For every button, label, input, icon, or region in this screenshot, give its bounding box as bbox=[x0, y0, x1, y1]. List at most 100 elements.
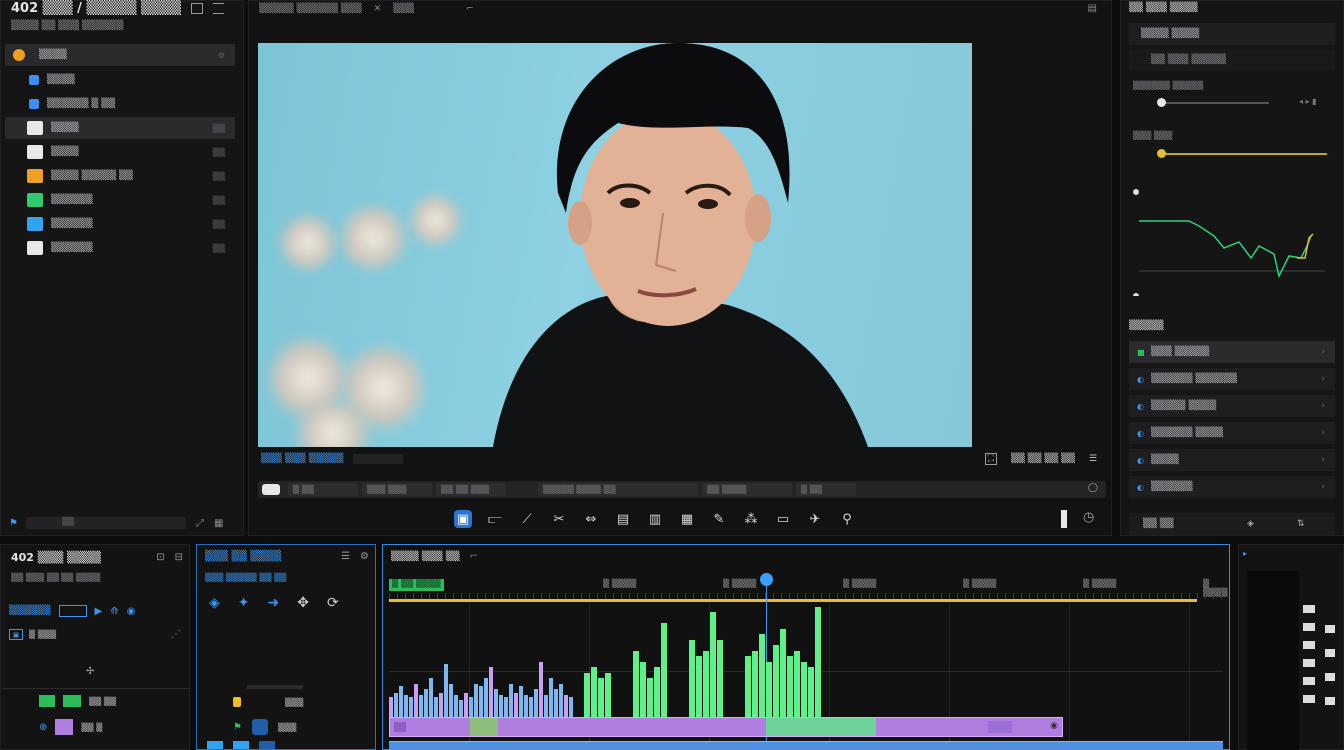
inspector-row[interactable]: ◐ ▒▒▒▒▒▒ ▒▒▒▒ › bbox=[1129, 422, 1335, 444]
chevron-right-icon[interactable]: › bbox=[1321, 374, 1325, 384]
chevron-right-icon[interactable]: › bbox=[1321, 428, 1325, 438]
audio-waveform[interactable] bbox=[389, 607, 863, 717]
inspector-row[interactable]: ■ ▒▒▒ ▒▒▒▒▒ › bbox=[1129, 341, 1335, 363]
exposure-slider[interactable] bbox=[1157, 98, 1269, 107]
viewer-tab-label[interactable]: ▒▒▒ bbox=[393, 4, 414, 14]
bin-header[interactable]: ▒▒▒▒ ⚙ bbox=[5, 44, 235, 66]
track-blue-toggle[interactable] bbox=[251, 719, 268, 735]
inspector-sub-row[interactable]: ▒▒ ▒▒▒ ▒▒▒▒▒ bbox=[1129, 49, 1335, 71]
link-icon[interactable]: ⚲ bbox=[838, 510, 856, 528]
expand-icon[interactable]: ⤢ bbox=[196, 518, 204, 529]
panel-window-icon[interactable]: ⊡ bbox=[156, 552, 164, 563]
window-icon[interactable] bbox=[191, 3, 203, 14]
inspector-row[interactable]: ◐ ▒▒▒▒▒▒ ▒▒▒▒▒▒ › bbox=[1129, 368, 1335, 390]
track-green-icon[interactable]: ⚑ bbox=[233, 722, 242, 733]
move-icon[interactable]: ✥ bbox=[297, 595, 309, 611]
marker-tool-icon[interactable]: ✎ bbox=[710, 510, 728, 528]
video-preview[interactable] bbox=[258, 43, 972, 447]
add-bin-icon[interactable]: ⚑ bbox=[9, 518, 18, 529]
track-settings-icon[interactable]: ☰ bbox=[341, 551, 350, 562]
slider1-reset-icon[interactable]: ◂ ▸ ▮ bbox=[1299, 97, 1317, 106]
rotate-icon[interactable]: ⟳ bbox=[327, 595, 339, 611]
curve-graph[interactable] bbox=[1129, 186, 1335, 296]
chevron-right-icon[interactable]: › bbox=[1321, 455, 1325, 465]
saturation-slider[interactable] bbox=[1156, 149, 1327, 158]
media-item[interactable]: ▒▒▒▒▒▒ ▒▒ bbox=[5, 213, 235, 235]
chevron-right-icon[interactable]: › bbox=[1321, 401, 1325, 411]
overwrite-icon[interactable]: ▥ bbox=[646, 510, 664, 528]
snap-icon[interactable]: ✈ bbox=[806, 510, 824, 528]
exposure-slider-knob[interactable] bbox=[1157, 98, 1167, 107]
chevron-right-icon[interactable]: › bbox=[1321, 482, 1325, 492]
blade-tool-icon[interactable]: ⟋ bbox=[518, 510, 536, 528]
replace-icon[interactable]: ▦ bbox=[678, 510, 696, 528]
clip-end-icon[interactable]: ◉ bbox=[1050, 721, 1058, 731]
safe-area-icon[interactable] bbox=[1061, 510, 1067, 528]
select-tool-icon[interactable]: ▣ bbox=[454, 510, 472, 528]
loop-icon[interactable]: ◯ bbox=[1088, 483, 1098, 496]
media-item[interactable]: ▒▒▒▒▒▒ ▒ ▒▒ bbox=[5, 93, 235, 115]
keyframe-icon[interactable]: ◈ bbox=[1247, 519, 1254, 529]
track-sync-icon[interactable]: ⚙ bbox=[360, 551, 369, 562]
video-clip-purple[interactable]: ◉ bbox=[389, 717, 1063, 737]
fit-icon[interactable]: ⛶ bbox=[984, 453, 997, 465]
chevron-right-icon[interactable]: › bbox=[1321, 347, 1325, 357]
history-icon[interactable]: ◷ bbox=[1083, 510, 1094, 525]
playhead-handle[interactable] bbox=[760, 573, 773, 586]
add-marker-icon[interactable]: ◈ bbox=[209, 595, 220, 611]
audio-clip-swatch[interactable] bbox=[55, 719, 74, 735]
media-item[interactable]: ▒▒▒▒ ▒▒▒▒▒ ▒▒ ▒▒ bbox=[5, 165, 235, 187]
video-lock-icon[interactable] bbox=[63, 695, 81, 707]
saturation-slider-knob[interactable] bbox=[1156, 149, 1166, 158]
meters-icon[interactable]: ▸ bbox=[1243, 549, 1247, 558]
viewer-menu-icon[interactable]: ☰ bbox=[1089, 454, 1097, 464]
media-item[interactable]: ▒▒▒▒▒▒ ▒▒ bbox=[5, 189, 235, 211]
video-track-icon[interactable]: ▶ bbox=[95, 606, 103, 617]
razor-tool-icon[interactable]: ✂ bbox=[550, 510, 568, 528]
transport-segment[interactable]: ▒▒ ▒▒▒▒ bbox=[702, 483, 792, 496]
pin-icon[interactable]: ⌐ bbox=[466, 4, 474, 14]
bin-settings-icon[interactable]: ⚙ bbox=[218, 51, 225, 60]
audio-icon[interactable]: ⟰ bbox=[110, 606, 118, 617]
zoom-label[interactable]: ▒▒ ▒▒ ▒▒ ▒▒ bbox=[1011, 454, 1075, 464]
transport-segment[interactable]: ▒▒ ▒▒ ▒▒▒ bbox=[436, 483, 506, 496]
timeline-ruler[interactable]: ▒ ▒▒▒▒▒ ▒▒▒▒▒ ▒▒▒▒▒ ▒▒▒▒▒ ▒▒▒▒▒ ▒▒▒▒▒ ▒▒… bbox=[383, 579, 1341, 597]
index-button[interactable] bbox=[58, 605, 87, 617]
viewer-options-icon[interactable]: ▤ bbox=[1088, 3, 1097, 14]
video-enable-icon[interactable] bbox=[39, 695, 55, 707]
play-toggle[interactable] bbox=[262, 484, 280, 495]
media-item[interactable]: ▒▒▒▒▒▒ ▒▒ bbox=[5, 237, 235, 259]
inspector-row[interactable]: ◐ ▒▒▒▒▒ ▒▒▒▒ › bbox=[1129, 395, 1335, 417]
transport-segment[interactable]: ▒▒▒ ▒▒▒ bbox=[362, 483, 432, 496]
track-image-icon[interactable]: ▣ bbox=[9, 629, 23, 640]
viewer-close-icon[interactable]: ✕ bbox=[374, 4, 382, 14]
media-item[interactable]: ▒▒▒▒ bbox=[5, 69, 235, 91]
track-yellow-dot-icon[interactable] bbox=[233, 697, 241, 707]
media-item[interactable]: ▒▒▒▒ ▒▒ bbox=[5, 141, 235, 163]
transport-segment[interactable]: ▒▒▒▒▒ ▒▒▒▒ ▒▒ bbox=[538, 483, 698, 496]
inspector-row[interactable]: ◐ ▒▒▒▒ › bbox=[1129, 449, 1335, 471]
media-item[interactable]: ▒▒▒▒ ▒▒ bbox=[5, 117, 235, 139]
inspector-row[interactable]: ◐ ▒▒▒▒▒▒ › bbox=[1129, 476, 1335, 498]
work-area-bar[interactable] bbox=[389, 599, 1197, 602]
index-blue-label[interactable]: ▒▒▒▒▒▒ bbox=[9, 606, 51, 616]
audio-clip-blue[interactable] bbox=[389, 741, 1223, 750]
track-select-icon[interactable]: ▭ bbox=[774, 510, 792, 528]
grid-icon[interactable]: ▦ bbox=[214, 518, 223, 529]
media-search-field[interactable]: ▒▒ bbox=[25, 517, 186, 529]
inspector-header-row[interactable]: ▒▒▒▒ ▒▒▒▒ bbox=[1129, 23, 1335, 45]
insert-icon[interactable]: ▤ bbox=[614, 510, 632, 528]
target-icon[interactable]: ◉ bbox=[127, 606, 136, 617]
panel-menu-icon[interactable]: ⊟ bbox=[175, 552, 183, 563]
reset-icon[interactable]: ⇅ bbox=[1297, 519, 1305, 529]
text-tool-icon[interactable]: ⁂ bbox=[742, 510, 760, 528]
timeline-lock-icon[interactable]: ⌐ bbox=[470, 551, 478, 562]
trim-tool-icon[interactable]: ⫍ bbox=[486, 510, 504, 528]
audio-enable-icon[interactable]: ⊕ bbox=[39, 722, 47, 733]
right-arrow-icon[interactable]: ➜ bbox=[268, 595, 280, 611]
transport-segment[interactable]: ▒ ▒▒ bbox=[288, 483, 358, 496]
menu-icon[interactable] bbox=[213, 3, 224, 14]
transport-segment[interactable]: ▒ ▒▒ bbox=[796, 483, 856, 496]
more-icon[interactable]: ⋰ bbox=[171, 629, 181, 640]
add-icon[interactable]: ✢ bbox=[86, 666, 94, 677]
